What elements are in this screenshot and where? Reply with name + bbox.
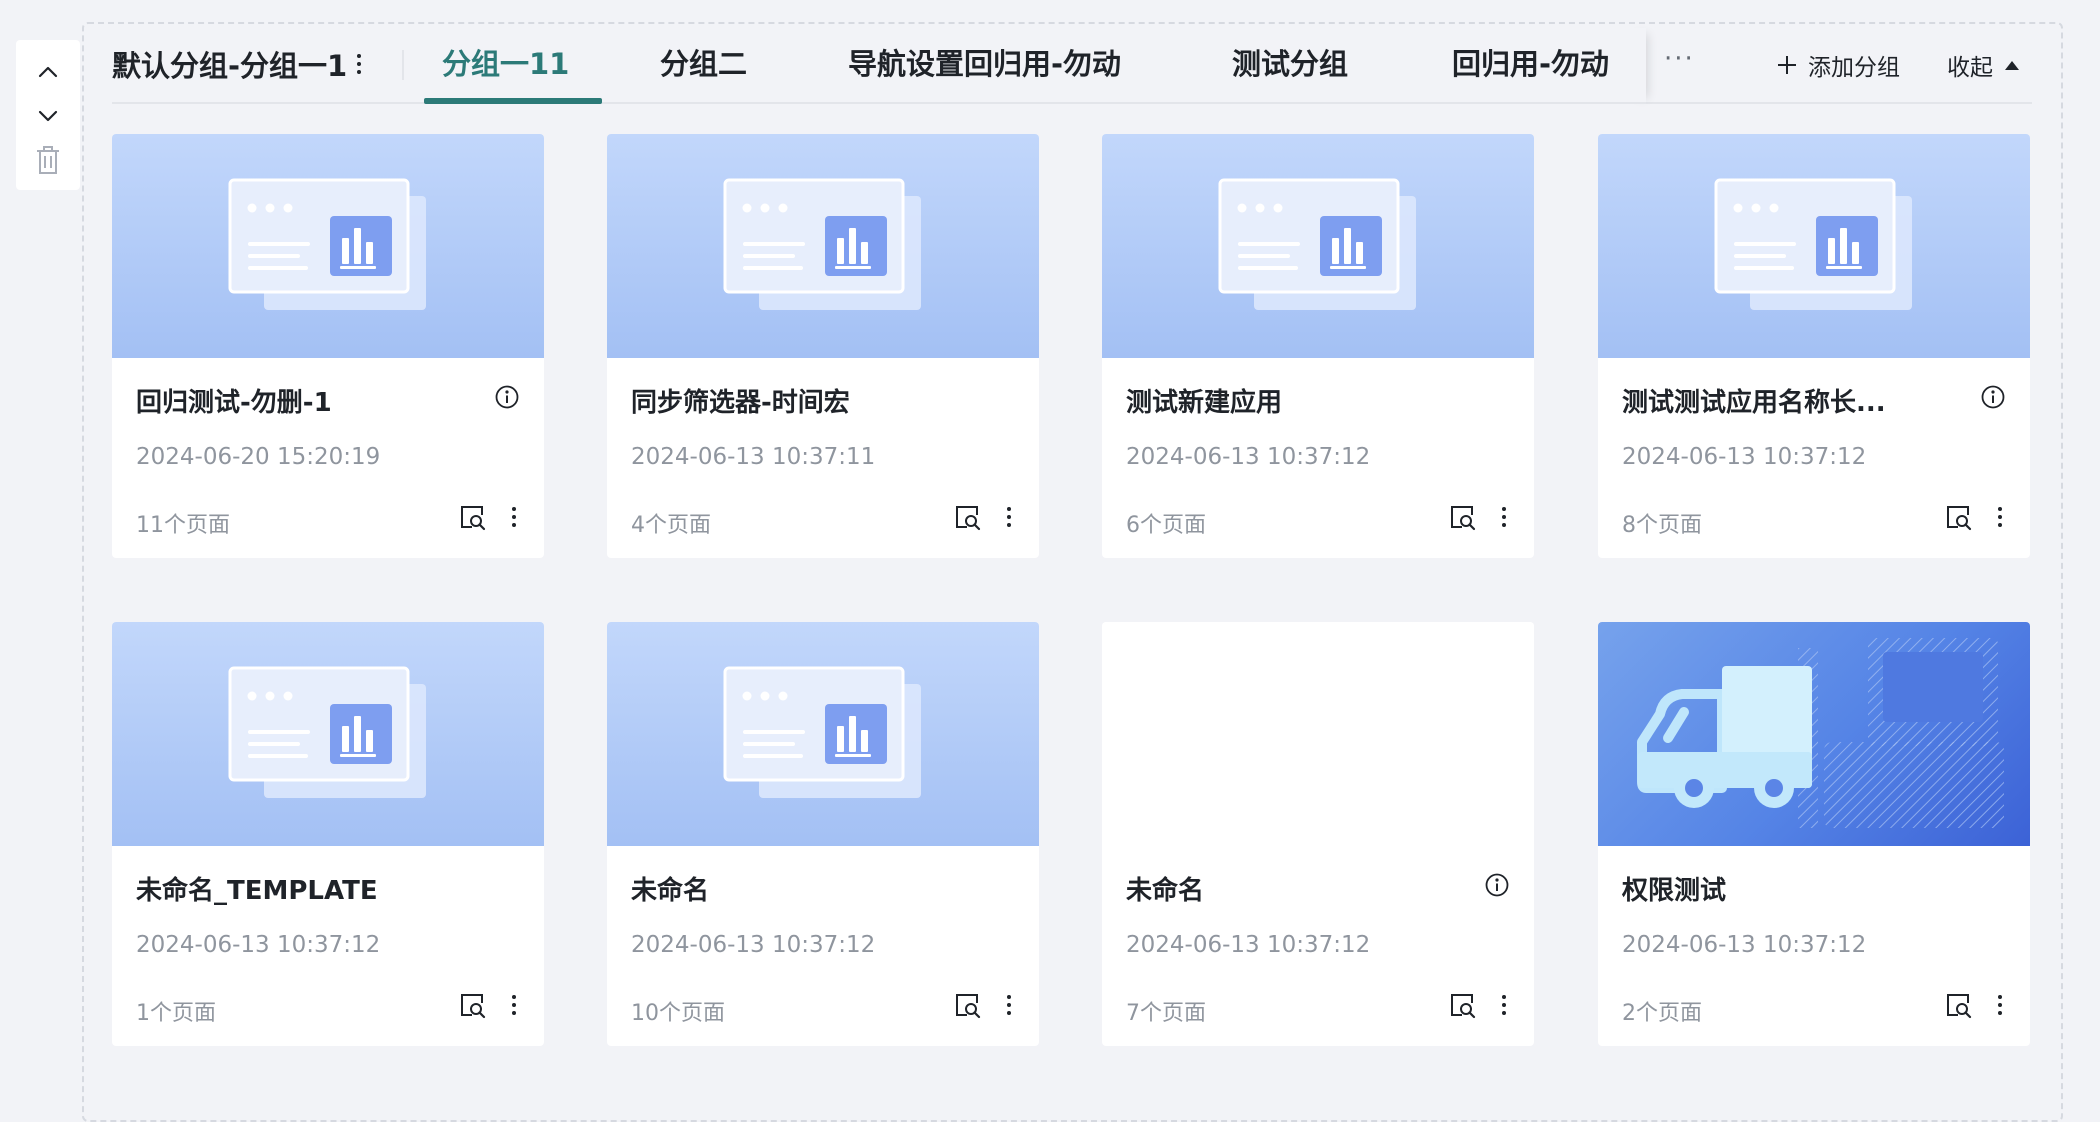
app-card-title: 测试测试应用名称长... <box>1622 388 1886 418</box>
move-up-button[interactable] <box>26 50 70 94</box>
app-card-page-count: 6个页面 <box>1126 513 1206 538</box>
tab-nav-settings[interactable]: 导航设置回归用-勿动 <box>848 44 1121 84</box>
group-more-icon[interactable] <box>357 54 362 74</box>
plus-icon <box>1778 56 1796 74</box>
app-card[interactable]: 测试新建应用 2024-06-13 10:37:12 6个页面 <box>1102 134 1534 558</box>
delete-group-button[interactable] <box>26 138 70 182</box>
info-icon[interactable] <box>1980 384 2006 414</box>
group-title-text: 默认分组-分组一1 <box>112 49 348 83</box>
chevron-up-icon <box>38 66 58 78</box>
app-card[interactable]: 未命名_TEMPLATE 2024-06-13 10:37:12 1个页面 <box>112 622 544 1046</box>
app-card-thumbnail[interactable] <box>112 134 544 358</box>
dashboard-thumbnail-icon <box>228 666 426 798</box>
app-card-thumbnail[interactable] <box>112 622 544 846</box>
more-vertical-icon[interactable] <box>1003 504 1015 530</box>
app-card-page-count: 1个页面 <box>136 1001 216 1026</box>
app-card[interactable]: 测试测试应用名称长... 2024-06-13 10:37:12 8个页面 <box>1598 134 2030 558</box>
app-card-thumbnail[interactable] <box>607 134 1039 358</box>
dashboard-thumbnail-icon <box>1714 178 1912 310</box>
collapse-button[interactable]: 收起 <box>1947 48 2019 82</box>
app-card-updated-time: 2024-06-20 15:20:19 <box>136 444 381 470</box>
app-card-page-count: 10个页面 <box>631 1001 725 1026</box>
more-tabs-button[interactable]: ··· <box>1664 44 1695 74</box>
more-vertical-icon[interactable] <box>1994 992 2006 1018</box>
group-side-toolbar <box>16 40 80 190</box>
chevron-down-icon <box>38 110 58 122</box>
tabs-scroll-shadow <box>1622 28 1646 104</box>
dashboard-thumbnail-icon <box>1218 178 1416 310</box>
collapse-label: 收起 <box>1947 55 1993 81</box>
app-card-updated-time: 2024-06-13 10:37:12 <box>1126 932 1371 958</box>
app-card-thumbnail[interactable] <box>1102 134 1534 358</box>
preview-search-icon[interactable] <box>458 990 488 1024</box>
caret-up-icon <box>2005 60 2019 70</box>
preview-search-icon[interactable] <box>1448 990 1478 1024</box>
more-vertical-icon[interactable] <box>1498 992 1510 1018</box>
truck-thumbnail-icon <box>1637 638 2004 828</box>
app-card[interactable]: 同步筛选器-时间宏 2024-06-13 10:37:11 4个页面 <box>607 134 1039 558</box>
tab-group-1-11[interactable]: 分组一11 <box>442 44 569 84</box>
trash-icon <box>37 146 59 174</box>
preview-search-icon[interactable] <box>1448 502 1478 536</box>
info-icon[interactable] <box>1484 872 1510 902</box>
app-card-thumbnail[interactable] <box>607 622 1039 846</box>
app-card[interactable]: 权限测试 2024-06-13 10:37:12 2个页面 <box>1598 622 2030 1046</box>
preview-search-icon[interactable] <box>1944 502 1974 536</box>
more-vertical-icon[interactable] <box>1498 504 1510 530</box>
app-card-title: 回归测试-勿删-1 <box>136 388 332 418</box>
app-card-page-count: 11个页面 <box>136 513 230 538</box>
preview-search-icon[interactable] <box>1944 990 1974 1024</box>
tab-regression[interactable]: 回归用-勿动 <box>1452 44 1609 84</box>
app-card-updated-time: 2024-06-13 10:37:11 <box>631 444 876 470</box>
app-card[interactable]: 回归测试-勿删-1 2024-06-20 15:20:19 11个页面 <box>112 134 544 558</box>
app-card-page-count: 2个页面 <box>1622 1001 1702 1026</box>
group-title[interactable]: 默认分组-分组一1 <box>112 44 362 84</box>
info-icon[interactable] <box>494 384 520 414</box>
app-card[interactable]: 未命名 2024-06-13 10:37:12 10个页面 <box>607 622 1039 1046</box>
dashboard-thumbnail-icon <box>723 666 921 798</box>
active-tab-indicator <box>424 98 602 104</box>
app-card-updated-time: 2024-06-13 10:37:12 <box>136 932 381 958</box>
more-vertical-icon[interactable] <box>508 504 520 530</box>
add-group-label: 添加分组 <box>1808 55 1900 81</box>
app-card-title: 权限测试 <box>1622 876 1727 906</box>
more-vertical-icon[interactable] <box>508 992 520 1018</box>
app-card-updated-time: 2024-06-13 10:37:12 <box>1622 444 1867 470</box>
preview-search-icon[interactable] <box>458 502 488 536</box>
app-card-updated-time: 2024-06-13 10:37:12 <box>1126 444 1371 470</box>
app-card-thumbnail[interactable] <box>1598 134 2030 358</box>
app-card-updated-time: 2024-06-13 10:37:12 <box>631 932 876 958</box>
preview-search-icon[interactable] <box>953 990 983 1024</box>
dashboard-thumbnail-icon <box>723 178 921 310</box>
add-group-button[interactable]: 添加分组 <box>1776 48 1900 82</box>
app-card-thumbnail[interactable] <box>1598 622 2030 846</box>
tab-test-group[interactable]: 测试分组 <box>1232 44 1348 84</box>
app-card[interactable]: 未命名 2024-06-13 10:37:12 7个页面 <box>1102 622 1534 1046</box>
app-card-title: 同步筛选器-时间宏 <box>631 388 850 418</box>
dashboard-thumbnail-icon <box>228 178 426 310</box>
app-card-title: 未命名 <box>631 876 710 906</box>
app-card-thumbnail[interactable] <box>1102 622 1534 846</box>
move-down-button[interactable] <box>26 94 70 138</box>
app-card-updated-time: 2024-06-13 10:37:12 <box>1622 932 1867 958</box>
tab-group-2[interactable]: 分组二 <box>660 44 747 84</box>
app-card-title: 未命名_TEMPLATE <box>136 876 378 906</box>
app-card-page-count: 8个页面 <box>1622 513 1702 538</box>
more-vertical-icon[interactable] <box>1994 504 2006 530</box>
app-card-page-count: 7个页面 <box>1126 1001 1206 1026</box>
preview-search-icon[interactable] <box>953 502 983 536</box>
app-card-title: 测试新建应用 <box>1126 388 1283 418</box>
more-vertical-icon[interactable] <box>1003 992 1015 1018</box>
title-divider <box>402 50 404 80</box>
group-tab-bar: 默认分组-分组一1 分组一11 分组二 导航设置回归用-勿动 测试分组 回归用-… <box>112 28 2032 104</box>
app-card-page-count: 4个页面 <box>631 513 711 538</box>
app-card-title: 未命名 <box>1126 876 1205 906</box>
